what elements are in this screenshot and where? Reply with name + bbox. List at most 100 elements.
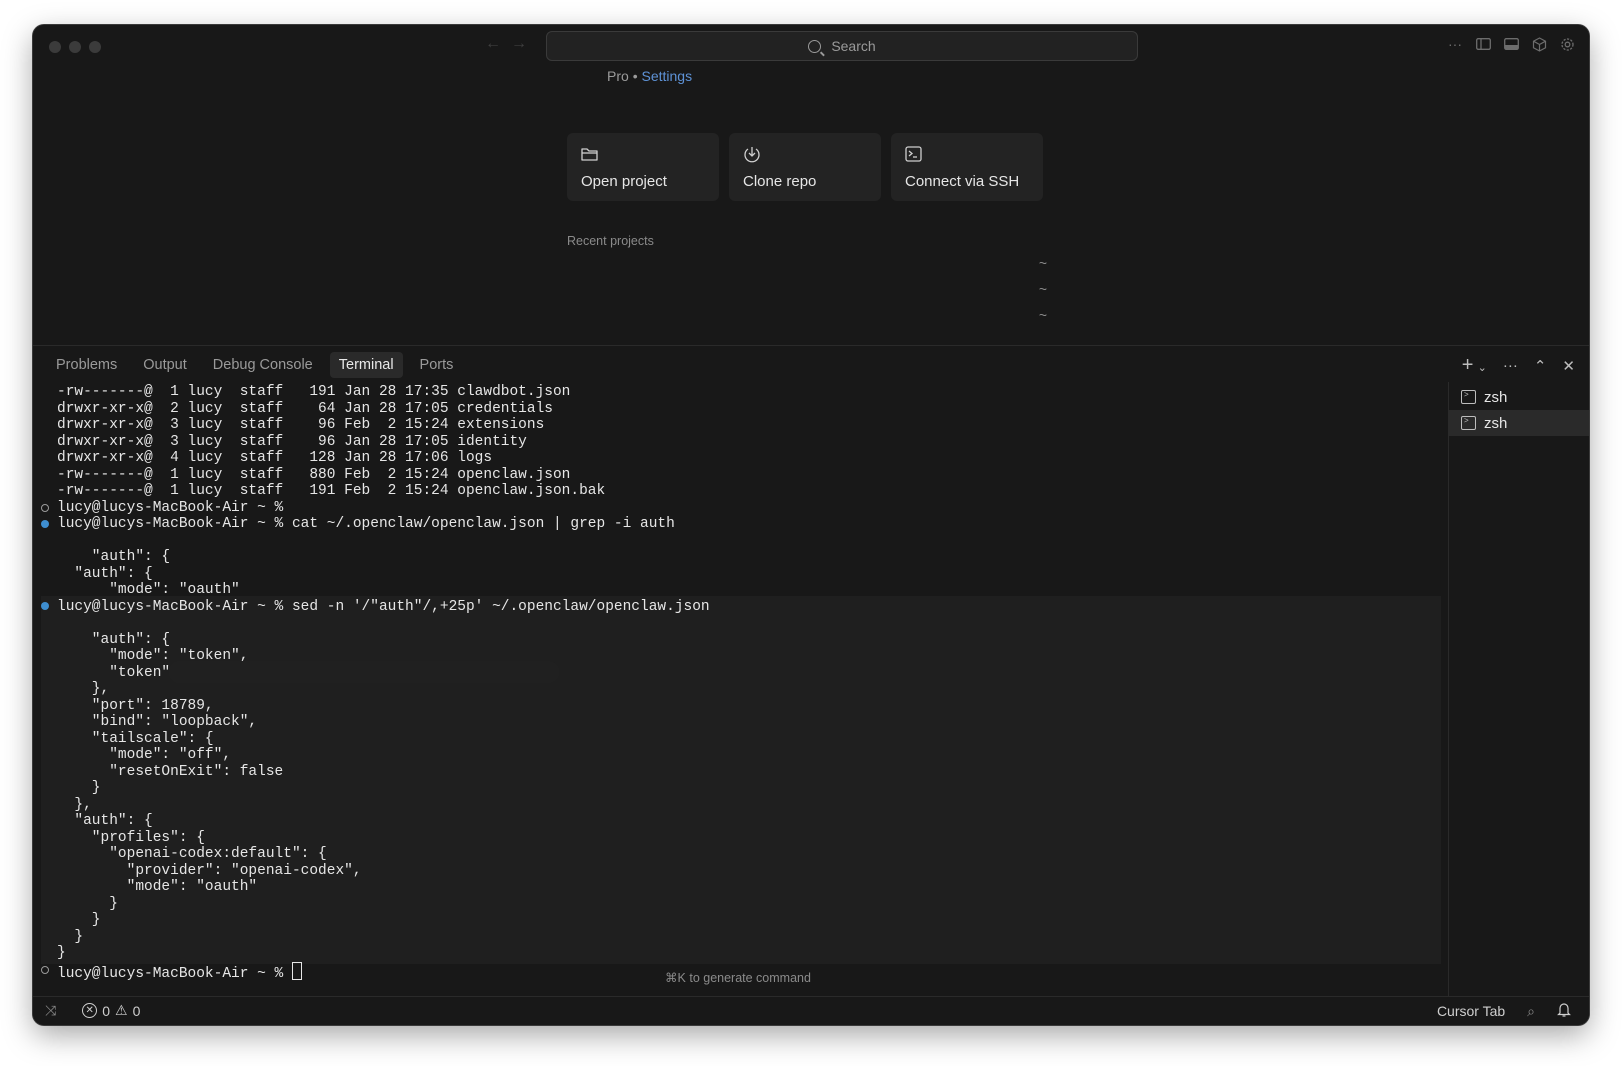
bell-icon[interactable] xyxy=(1557,1002,1571,1020)
tab-debug-console[interactable]: Debug Console xyxy=(204,352,322,378)
gear-icon[interactable] xyxy=(1559,36,1575,52)
more-icon[interactable]: ··· xyxy=(1503,357,1518,374)
recent-project-path: ~ xyxy=(1038,281,1047,297)
welcome-screen: Pro • Settings Open project Clone repo C… xyxy=(33,67,1589,345)
terminal-line: "mode": "off", xyxy=(57,747,232,763)
folder-icon xyxy=(581,146,599,164)
bottom-panel: Problems Output Debug Console Terminal P… xyxy=(33,345,1589,998)
plan-label: Pro xyxy=(607,68,629,84)
status-bar-right: Cursor Tab ⌕ xyxy=(1437,1002,1571,1020)
terminal-line: "mode": "oauth" xyxy=(57,582,240,598)
connect-ssh-button[interactable]: Connect via SSH xyxy=(891,133,1043,201)
terminal-line: } xyxy=(57,928,84,945)
prompt-status-dot xyxy=(41,602,49,610)
recent-project-path: ~ xyxy=(1038,307,1047,323)
plan-separator: • xyxy=(632,68,638,84)
terminal-line: -rw-------@ 1 lucy staff 880 Feb 2 15:24… xyxy=(57,466,571,483)
terminal-line: "auth": { xyxy=(57,565,153,582)
terminal-line: -rw-------@ 1 lucy staff 191 Feb 2 15:24… xyxy=(57,483,606,499)
redacted-token xyxy=(169,661,559,683)
terminal-line: } xyxy=(57,912,101,928)
terminal-line: "profiles": { xyxy=(57,829,205,846)
connect-ssh-label: Connect via SSH xyxy=(905,173,1020,190)
terminal-line: drwxr-xr-x@ 3 lucy staff 96 Jan 28 17:05… xyxy=(57,433,527,450)
recent-project-item[interactable]: ~ xyxy=(567,253,1047,279)
generate-command-hint: ⌘K to generate command xyxy=(665,971,811,985)
warning-icon: ⚠ xyxy=(115,1002,128,1018)
panel-actions: + ⌄ ··· ⌃ ✕ xyxy=(1462,354,1575,377)
zoom-window-button[interactable] xyxy=(89,41,101,53)
terminal-session-item[interactable]: zsh xyxy=(1449,410,1589,436)
terminal-line: "resetOnExit": false xyxy=(57,763,284,780)
terminal-line: "auth": { xyxy=(57,549,171,565)
terminal-line: } xyxy=(57,895,118,912)
terminal-icon xyxy=(1461,416,1476,430)
error-icon: ✕ xyxy=(82,1003,98,1018)
terminal-command: lucy@lucys-MacBook-Air ~ % sed -n '/"aut… xyxy=(57,598,710,615)
new-terminal-button[interactable]: + ⌄ xyxy=(1462,354,1487,377)
zoom-icon[interactable]: ⌕ xyxy=(1527,1003,1535,1020)
open-project-label: Open project xyxy=(581,173,667,190)
error-count: 0 xyxy=(102,1002,110,1019)
terminal-line: drwxr-xr-x@ 2 lucy staff 64 Jan 28 17:05… xyxy=(57,400,553,417)
window-controls xyxy=(49,41,101,53)
terminal-line: }, xyxy=(57,681,110,697)
terminal-line: "token": xyxy=(57,664,179,681)
clone-repo-button[interactable]: Clone repo xyxy=(729,133,881,201)
terminal-session-list: zsh zsh xyxy=(1448,382,1589,998)
remote-icon[interactable]: ⤨ xyxy=(45,1002,56,1019)
navigation-arrows: ← → xyxy=(485,35,527,53)
forward-arrow-icon[interactable]: → xyxy=(511,35,527,53)
panel-tabs: Problems Output Debug Console Terminal P… xyxy=(47,352,462,378)
recent-project-item[interactable]: ~ xyxy=(567,305,1047,331)
tab-ports[interactable]: Ports xyxy=(411,352,463,378)
app-window: ← → Search ··· Pro • Settings Open proje… xyxy=(33,25,1589,1025)
clone-icon xyxy=(743,146,761,164)
minimize-window-button[interactable] xyxy=(69,41,81,53)
close-window-button[interactable] xyxy=(49,41,61,53)
recent-projects-heading: Recent projects xyxy=(567,234,654,248)
terminal-command: lucy@lucys-MacBook-Air ~ % cat ~/.opencl… xyxy=(57,516,675,532)
open-project-button[interactable]: Open project xyxy=(567,133,719,201)
terminal-line: } xyxy=(57,780,101,796)
tab-output[interactable]: Output xyxy=(134,352,196,378)
maximize-panel-icon[interactable]: ⌃ xyxy=(1534,357,1547,375)
terminal-icon xyxy=(1461,390,1476,404)
terminal-line: "auth": { xyxy=(57,631,171,648)
more-icon[interactable]: ··· xyxy=(1447,36,1463,52)
terminal-icon xyxy=(905,146,923,164)
recent-project-path: ~ xyxy=(1038,255,1047,271)
cube-icon[interactable] xyxy=(1531,36,1547,52)
terminal-line: drwxr-xr-x@ 3 lucy staff 96 Feb 2 15:24 … xyxy=(57,417,545,433)
status-bar-left: ⤨ ✕ 0 ⚠ 0 xyxy=(45,1002,140,1019)
session-label: zsh xyxy=(1484,388,1508,406)
session-label: zsh xyxy=(1484,414,1508,432)
terminal-line: drwxr-xr-x@ 4 lucy staff 128 Jan 28 17:0… xyxy=(57,450,493,466)
terminal-line: "port": 18789, xyxy=(57,697,214,714)
prompt-status-dot xyxy=(41,520,49,528)
terminal-output[interactable]: -rw-------@ 1 lucy staff 191 Jan 28 17:3… xyxy=(41,384,1441,982)
tab-terminal[interactable]: Terminal xyxy=(329,352,403,378)
search-icon xyxy=(808,39,822,53)
terminal-line: -rw-------@ 1 lucy staff 191 Jan 28 17:3… xyxy=(57,384,571,400)
toggle-sidebar-icon[interactable] xyxy=(1475,36,1491,52)
title-bar-actions: ··· xyxy=(1447,36,1575,52)
recent-project-item[interactable]: ~ xyxy=(567,279,1047,305)
terminal-line: "provider": "openai-codex", xyxy=(57,862,362,879)
command-search-bar[interactable]: Search xyxy=(546,31,1138,61)
settings-link[interactable]: Settings xyxy=(641,68,692,84)
status-bar: ⤨ ✕ 0 ⚠ 0 Cursor Tab ⌕ xyxy=(33,996,1589,1025)
chevron-down-icon: ⌄ xyxy=(1477,362,1487,374)
terminal-line: "mode": "oauth" xyxy=(57,879,258,895)
terminal-session-item[interactable]: zsh xyxy=(1449,384,1589,410)
problems-indicator[interactable]: ✕ 0 ⚠ 0 xyxy=(82,1002,140,1019)
close-panel-icon[interactable]: ✕ xyxy=(1562,357,1575,375)
tab-problems[interactable]: Problems xyxy=(47,352,126,378)
back-arrow-icon[interactable]: ← xyxy=(485,35,501,53)
terminal-line: } xyxy=(57,945,66,961)
terminal-line: "openai-codex:default": { xyxy=(57,846,327,862)
toggle-panel-icon[interactable] xyxy=(1503,36,1519,52)
plus-icon: + xyxy=(1461,354,1474,376)
cursor-tab-status[interactable]: Cursor Tab xyxy=(1437,1003,1505,1019)
terminal-line: "bind": "loopback", xyxy=(57,714,258,730)
